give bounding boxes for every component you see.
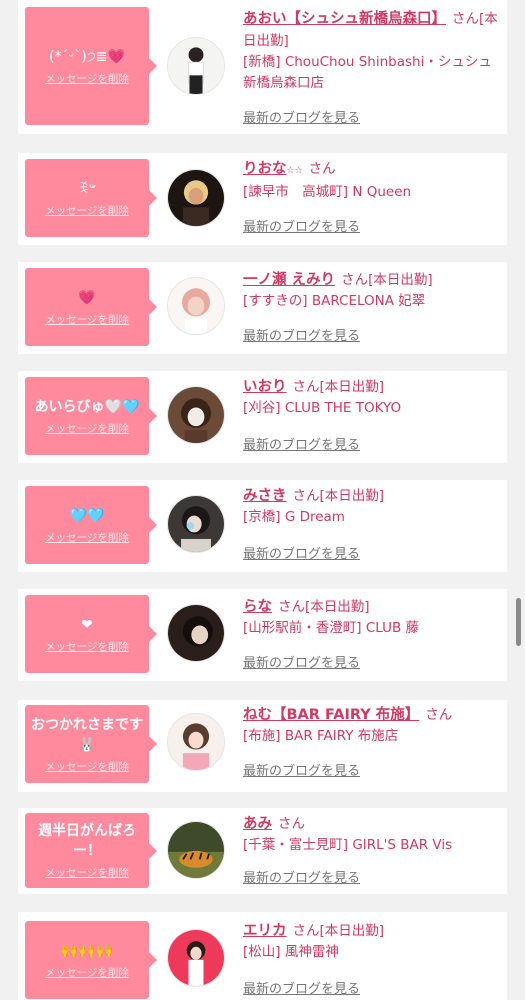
honorific: さん bbox=[278, 599, 305, 615]
sender-info: りおな☆☆ さん [諫早市 高城町] N Queen bbox=[243, 158, 505, 203]
message-bubble: (*ˊᵕˋ)੭≣💗 メッセージを削除 bbox=[25, 7, 157, 125]
sender-name-link[interactable]: 一ノ瀬 えみり bbox=[243, 272, 335, 288]
honorific: さん bbox=[425, 707, 453, 723]
shop-name: [山形駅前・香澄町] CLUB 藤 bbox=[243, 620, 420, 636]
honorific: さん bbox=[278, 816, 305, 832]
message-text: 週半日がんばろー！ bbox=[38, 823, 136, 859]
sender-name-link[interactable]: ねむ【BAR FAIRY 布施】 bbox=[243, 707, 419, 723]
sender-name-link[interactable]: エリカ bbox=[243, 923, 287, 939]
sender-info: あおい【シュシュ新橋烏森口】 さん[本日出勤] [新橋] ChouChou Shi… bbox=[243, 8, 505, 94]
sender-info: いおり さん[本日出勤] [刈谷] CLUB THE TOKYO bbox=[243, 376, 505, 419]
avatar-woman-white-top-icon[interactable] bbox=[167, 37, 225, 95]
message-text: 🩵🩵 bbox=[69, 507, 105, 524]
sender-name-link[interactable]: あおい【シュシュ新橋烏森口】 bbox=[243, 11, 446, 27]
avatar-woman-pink-hair-icon[interactable] bbox=[167, 277, 225, 335]
latest-blog-link[interactable]: 最新のブログを見る bbox=[243, 543, 360, 562]
delete-message-link[interactable]: メッセージを削除 bbox=[45, 71, 129, 86]
message-bubble: ꉂ𐤔 メッセージを削除 bbox=[25, 159, 157, 237]
sender-name-link[interactable]: あみ bbox=[243, 816, 272, 832]
sender-name-link[interactable]: りおな bbox=[243, 161, 287, 177]
honorific: さん bbox=[292, 488, 320, 504]
sender-info: あみ さん [千葉・富士見町] GIRL'S BAR Vis bbox=[243, 813, 505, 856]
message-bubble: おつかれさまです🐰 メッセージを削除 bbox=[25, 705, 157, 783]
honorific: さん bbox=[292, 923, 320, 939]
avatar-woman-pink-outfit-icon[interactable] bbox=[167, 713, 225, 771]
delete-message-link[interactable]: メッセージを削除 bbox=[45, 759, 129, 774]
message-bubble: あいらびゅ🤍🩵 メッセージを削除 bbox=[25, 377, 157, 455]
delete-message-link[interactable]: メッセージを削除 bbox=[45, 639, 129, 654]
sender-info: らな さん[本日出勤] [山形駅前・香澄町] CLUB 藤 bbox=[243, 596, 505, 639]
message-bubble: 💗 メッセージを削除 bbox=[25, 268, 157, 346]
delete-message-link[interactable]: メッセージを削除 bbox=[45, 865, 129, 880]
delete-message-link[interactable]: メッセージを削除 bbox=[45, 421, 129, 436]
message-bubble: 🙌🙌🙌 メッセージを削除 bbox=[25, 921, 157, 999]
working-today-badge: [本日出勤] bbox=[319, 488, 385, 504]
sender-info: みさき さん[本日出勤] [京橋] G Dream bbox=[243, 485, 505, 528]
list-item: ꉂ𐤔 メッセージを削除 りおな☆☆ さん [諫早市 高城町] N Queen 最新… bbox=[18, 153, 507, 245]
message-text: 🙌🙌🙌 bbox=[60, 942, 114, 959]
list-item: 🩵🩵 メッセージを削除 みさき さん[本日出勤] [京橋] G Dream 最新の… bbox=[18, 480, 507, 572]
latest-blog-link[interactable]: 最新のブログを見る bbox=[243, 325, 360, 344]
latest-blog-link[interactable]: 最新のブログを見る bbox=[243, 434, 360, 453]
message-bubble: 🩵🩵 メッセージを削除 bbox=[25, 486, 157, 564]
list-item: 🙌🙌🙌 メッセージを削除 エリカ さん[本日出勤] [松山] 風神雷神 最新のブロ… bbox=[18, 912, 507, 1000]
avatar-woman-blurred-icon[interactable] bbox=[167, 495, 225, 553]
latest-blog-link[interactable]: 最新のブログを見る bbox=[243, 107, 360, 126]
delete-message-link[interactable]: メッセージを削除 bbox=[45, 203, 129, 218]
message-text: おつかれさまです🐰 bbox=[31, 716, 143, 753]
delete-message-link[interactable]: メッセージを削除 bbox=[45, 530, 129, 545]
list-item: あいらびゅ🤍🩵 メッセージを削除 いおり さん[本日出勤] [刈谷] CLUB T… bbox=[18, 371, 507, 463]
shop-name: [刈谷] CLUB THE TOKYO bbox=[243, 400, 402, 416]
honorific: さん bbox=[452, 11, 479, 27]
list-item: (*ˊᵕˋ)੭≣💗 メッセージを削除 あおい【シュシュ新橋烏森口】 さん[本日出勤… bbox=[18, 0, 507, 134]
working-today-badge: [本日出勤] bbox=[368, 272, 433, 288]
list-item: ❤ メッセージを削除 らな さん[本日出勤] [山形駅前・香澄町] CLUB 藤 … bbox=[18, 589, 507, 681]
shop-name: [千葉・富士見町] GIRL'S BAR Vis bbox=[243, 837, 453, 853]
message-text: ꉂ𐤔 bbox=[77, 180, 97, 197]
sender-info: 一ノ瀬 えみり さん[本日出勤] [すすきの] BARCELONA 妃翠 bbox=[243, 269, 505, 312]
list-item: おつかれさまです🐰 メッセージを削除 ねむ【BAR FAIRY 布施】 さん [布… bbox=[18, 700, 507, 792]
message-text: あいらびゅ🤍🩵 bbox=[34, 398, 140, 415]
avatar-woman-dark-icon[interactable] bbox=[167, 604, 225, 662]
honorific: さん bbox=[292, 379, 320, 395]
honorific: さん bbox=[308, 161, 336, 177]
message-bubble: 週半日がんばろー！ メッセージを削除 bbox=[25, 813, 157, 888]
list-item: 週半日がんばろー！ メッセージを削除 あみ さん [千葉・富士見町] GIRL'S… bbox=[18, 808, 507, 894]
message-text: 💗 bbox=[78, 289, 96, 306]
list-item: 💗 メッセージを削除 一ノ瀬 えみり さん[本日出勤] [すすきの] BARCEL… bbox=[18, 262, 507, 354]
shop-name: [諫早市 高城町] N Queen bbox=[243, 184, 412, 200]
sender-name-link[interactable]: らな bbox=[243, 599, 272, 615]
avatar-woman-brown-hair-icon[interactable] bbox=[167, 386, 225, 444]
sender-info: エリカ さん[本日出勤] [松山] 風神雷神 bbox=[243, 920, 505, 963]
shop-name: [布施] BAR FAIRY 布施店 bbox=[243, 728, 399, 744]
honorific: さん bbox=[341, 272, 369, 288]
sender-name-link[interactable]: いおり bbox=[243, 379, 287, 395]
latest-blog-link[interactable]: 最新のブログを見る bbox=[243, 216, 360, 235]
message-bubble: ❤ メッセージを削除 bbox=[25, 595, 157, 673]
shop-name: [京橋] G Dream bbox=[243, 509, 345, 525]
latest-blog-link[interactable]: 最新のブログを見る bbox=[243, 867, 360, 886]
message-text: ❤ bbox=[81, 616, 93, 633]
shop-name: [新橋] ChouChou Shinbashi・シュシュ新橋烏森口店 bbox=[243, 54, 492, 91]
working-today-badge: [本日出勤] bbox=[319, 923, 385, 939]
shop-name: [すすきの] BARCELONA 妃翠 bbox=[243, 293, 426, 309]
latest-blog-link[interactable]: 最新のブログを見る bbox=[243, 978, 360, 997]
shop-name: [松山] 風神雷神 bbox=[243, 944, 339, 960]
scrollbar[interactable] bbox=[516, 598, 521, 646]
working-today-badge: [本日出勤] bbox=[319, 379, 385, 395]
name-stars: ☆☆ bbox=[286, 166, 303, 176]
latest-blog-link[interactable]: 最新のブログを見る bbox=[243, 760, 360, 779]
avatar-tiger-photo-icon[interactable] bbox=[167, 821, 225, 879]
avatar-woman-red-background-icon[interactable] bbox=[167, 929, 225, 987]
latest-blog-link[interactable]: 最新のブログを見る bbox=[243, 652, 360, 671]
delete-message-link[interactable]: メッセージを削除 bbox=[45, 965, 129, 980]
message-text: (*ˊᵕˋ)੭≣💗 bbox=[49, 48, 125, 65]
sender-info: ねむ【BAR FAIRY 布施】 さん [布施] BAR FAIRY 布施店 bbox=[243, 704, 505, 747]
avatar-woman-blonde-icon[interactable] bbox=[167, 169, 225, 227]
sender-name-link[interactable]: みさき bbox=[243, 488, 287, 504]
delete-message-link[interactable]: メッセージを削除 bbox=[45, 312, 129, 327]
working-today-badge: [本日出勤] bbox=[305, 599, 370, 615]
